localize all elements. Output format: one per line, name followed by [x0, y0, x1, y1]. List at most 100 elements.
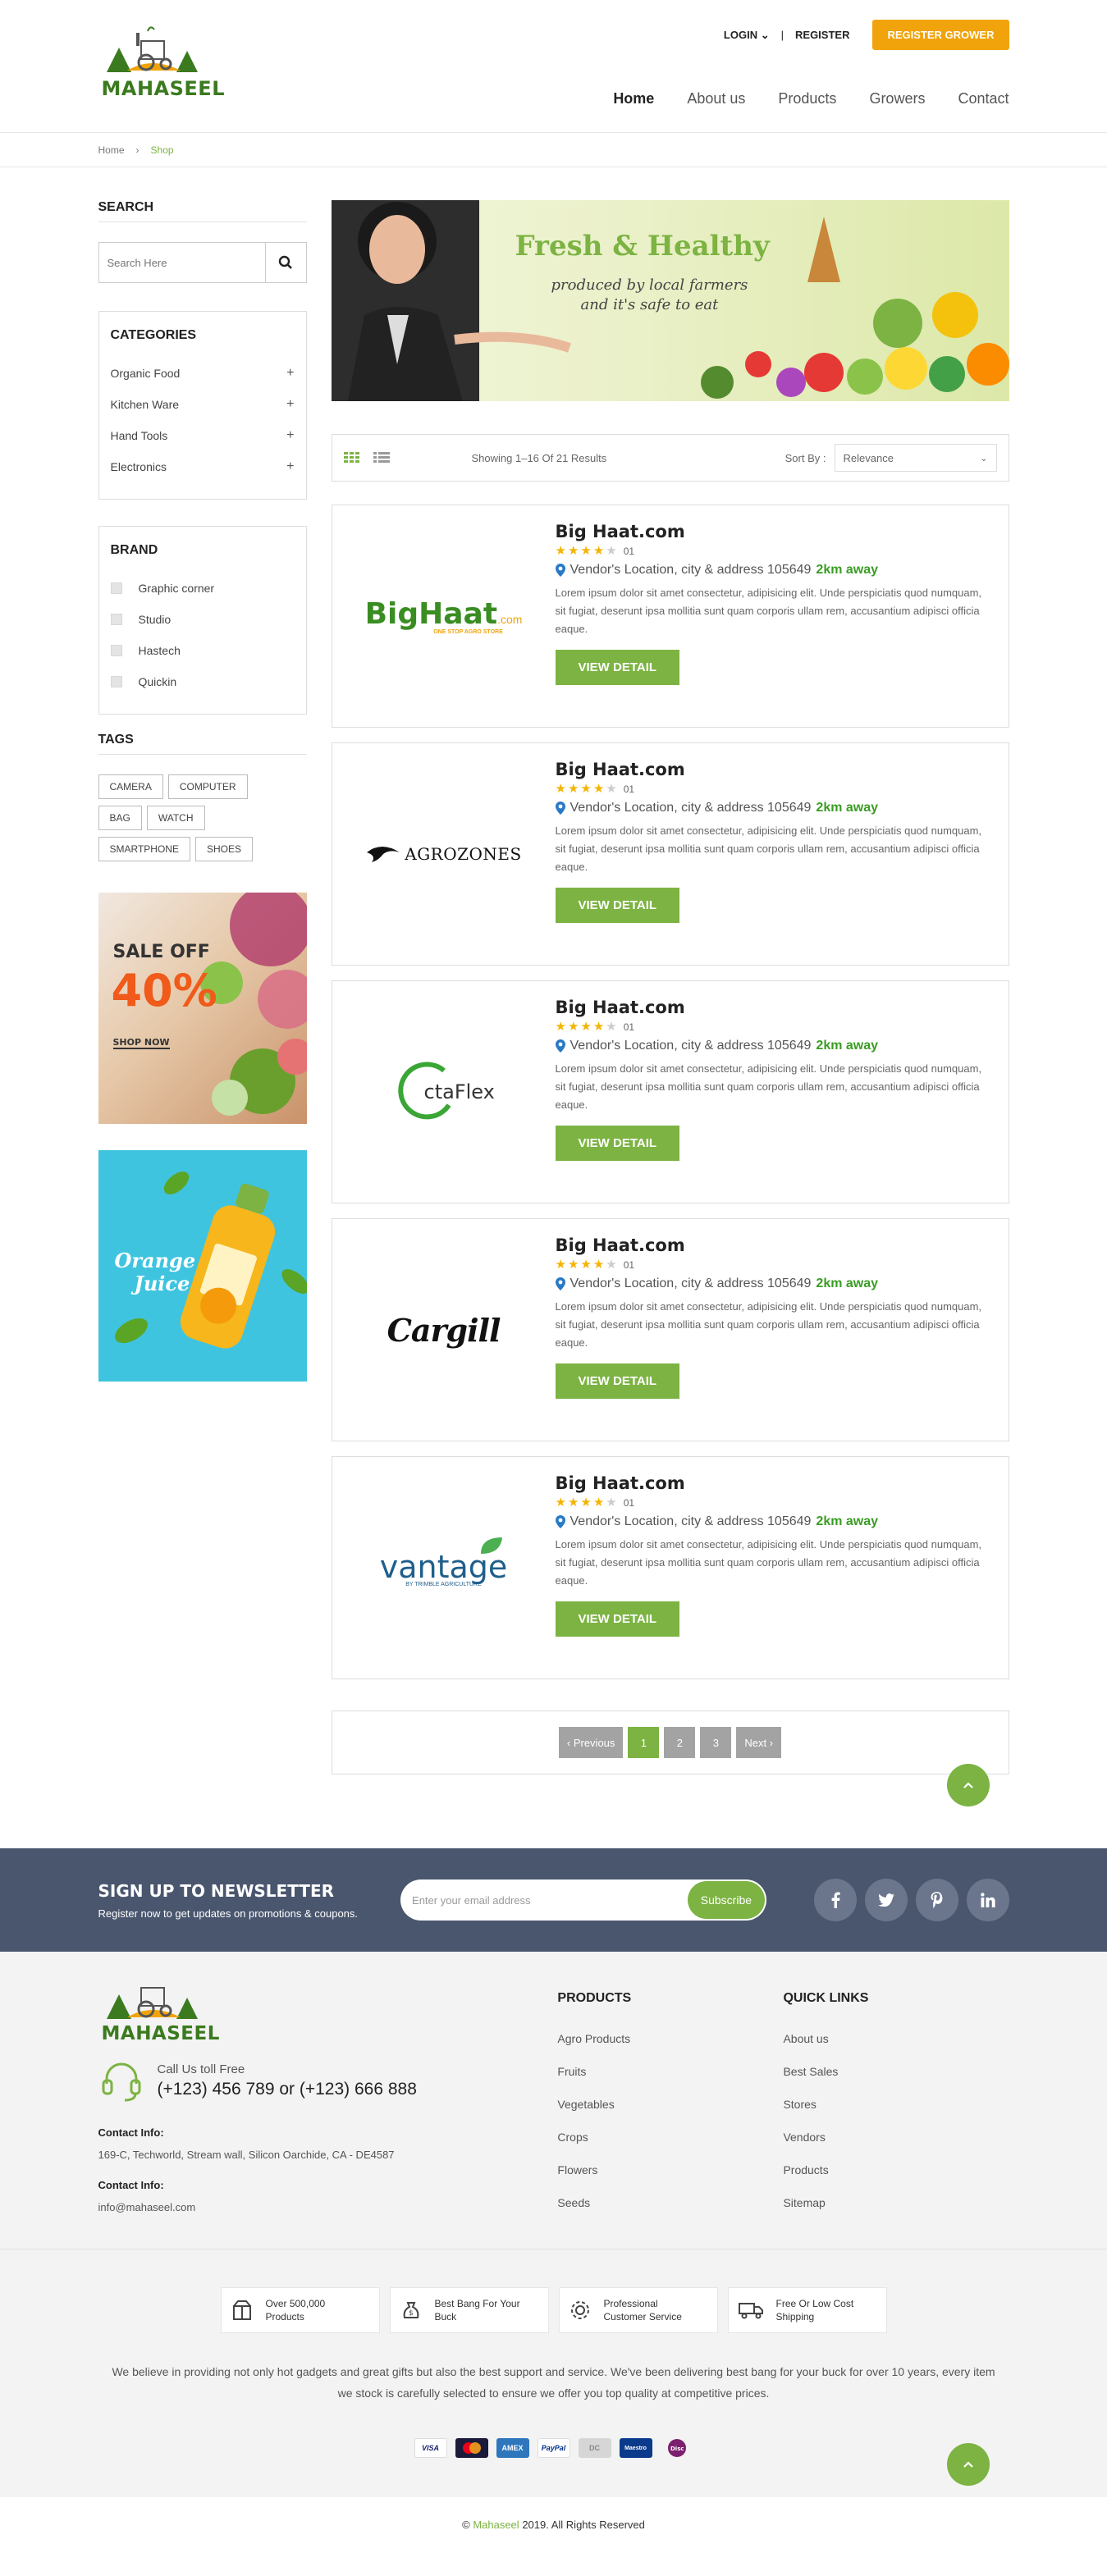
brand-label: Studio [138, 613, 172, 626]
footer-link[interactable]: Sitemap [783, 2186, 1009, 2219]
site-logo[interactable]: MAHASEEL [98, 23, 224, 105]
view-detail-button[interactable]: VIEW DETAIL [555, 888, 680, 923]
subscribe-button[interactable]: Subscribe [687, 1881, 766, 1919]
promo-shop-now[interactable]: SHOP NOW [112, 1037, 170, 1049]
page-2-button[interactable]: 2 [664, 1727, 696, 1758]
vendor-logo[interactable]: AGROZONES [332, 743, 556, 965]
nav-products[interactable]: Products [778, 90, 836, 107]
plus-icon[interactable]: + [286, 366, 294, 381]
login-link[interactable]: LOGIN ⌄ [724, 29, 770, 42]
footer-link[interactable]: Vegetables [557, 2088, 783, 2121]
footer-link[interactable]: About us [783, 2022, 1009, 2055]
phone-numbers[interactable]: (+123) 456 789 or (+123) 666 888 [158, 2080, 417, 2099]
juice-promo-banner[interactable]: Orange Juice [98, 1150, 307, 1382]
category-item[interactable]: Hand Tools + [111, 420, 295, 451]
vendor-name[interactable]: Big Haat.com [556, 1473, 984, 1493]
footer-link[interactable]: Fruits [557, 2055, 783, 2088]
sale-promo-banner[interactable]: SALE OFF 40% SHOP NOW [98, 893, 307, 1124]
plus-icon[interactable]: + [286, 459, 294, 474]
sort-select[interactable]: Relevance ⌄ [834, 444, 997, 472]
view-detail-button[interactable]: VIEW DETAIL [555, 1601, 680, 1637]
nav-contact[interactable]: Contact [958, 90, 1009, 107]
twitter-icon[interactable] [864, 1879, 908, 1921]
grid-view-icon[interactable] [343, 452, 360, 464]
tag-watch[interactable]: WATCH [146, 806, 205, 830]
breadcrumb-home[interactable]: Home [98, 144, 125, 156]
vendor-logo[interactable]: BigHaat.com ONE STOP AGRO STORE [332, 505, 556, 727]
paypal-icon: PayPal [537, 2438, 570, 2458]
vendor-name[interactable]: Big Haat.com [556, 1235, 984, 1255]
copyright-brand-link[interactable]: Mahaseel [473, 2519, 519, 2531]
nav-growers[interactable]: Growers [869, 90, 925, 107]
category-item[interactable]: Electronics + [111, 451, 295, 482]
search-button[interactable] [264, 243, 306, 282]
footer-link[interactable]: Vendors [783, 2121, 1009, 2154]
footer-link[interactable]: Best Sales [783, 2055, 1009, 2088]
brand-checkbox[interactable] [110, 676, 122, 687]
footer-link[interactable]: Products [783, 2154, 1009, 2186]
list-view-icon[interactable] [373, 452, 390, 464]
view-detail-button[interactable]: VIEW DETAIL [555, 1363, 680, 1399]
register-link[interactable]: REGISTER [795, 29, 849, 41]
feature-line2: Buck [434, 2311, 457, 2323]
brand-label: Hastech [138, 644, 181, 657]
footer-link[interactable]: Seeds [557, 2186, 783, 2219]
category-item[interactable]: Organic Food + [111, 358, 295, 389]
bighaat-logo-suffix: .com [497, 613, 523, 626]
location-text: Vendor's Location, city & address 105649 [570, 801, 812, 815]
vendor-card: Cargill Big Haat.com ★★★★★ 01 Vendor's Lo… [331, 1218, 1009, 1441]
previous-page-button[interactable]: ‹ Previous [558, 1727, 624, 1758]
footer-logo[interactable]: MAHASEEL [98, 1971, 219, 2049]
vendor-logo[interactable]: Cargill [332, 1219, 556, 1441]
next-page-button[interactable]: Next › [736, 1727, 782, 1758]
rating-stars: ★★★★★ 01 [555, 1496, 635, 1510]
scroll-to-top-button[interactable] [946, 2443, 990, 2486]
scroll-to-top-button[interactable] [946, 1764, 990, 1806]
newsletter-email-input[interactable]: Enter your email address [412, 1894, 688, 1907]
linkedin-icon[interactable] [966, 1879, 1009, 1921]
copyright-symbol: © [462, 2518, 470, 2531]
vendor-name[interactable]: Big Haat.com [556, 760, 984, 779]
brand-checkbox[interactable] [110, 582, 122, 594]
tag-camera[interactable]: CAMERA [98, 774, 163, 799]
pinterest-icon[interactable] [915, 1879, 958, 1921]
footer-link[interactable]: Flowers [557, 2154, 783, 2186]
register-grower-button[interactable]: REGISTER GROWER [872, 20, 1009, 50]
brand-checkbox[interactable] [110, 614, 122, 625]
tag-smartphone[interactable]: SMARTPHONE [98, 837, 190, 861]
search-input[interactable] [98, 243, 265, 282]
tag-computer[interactable]: COMPUTER [167, 774, 248, 799]
brand-item[interactable]: Studio [110, 604, 295, 635]
nav-about[interactable]: About us [687, 90, 745, 107]
maestro-icon: Maestro [619, 2438, 652, 2458]
svg-text:$: $ [409, 2309, 414, 2318]
footer-link[interactable]: Crops [557, 2121, 783, 2154]
contact-email[interactable]: info@mahaseel.com [98, 2201, 558, 2213]
brand-item[interactable]: Graphic corner [110, 573, 295, 604]
hero-banner[interactable]: Fresh & Healthy produced by local farmer… [331, 200, 1009, 401]
nav-home[interactable]: Home [613, 90, 654, 107]
footer-link[interactable]: Stores [783, 2088, 1009, 2121]
brand-item[interactable]: Quickin [110, 666, 295, 697]
tag-bag[interactable]: BAG [98, 806, 142, 830]
vendor-logo[interactable]: ctaFlex [332, 981, 556, 1203]
brand-item[interactable]: Hastech [110, 635, 295, 666]
view-detail-button[interactable]: VIEW DETAIL [555, 650, 680, 685]
promo-juice-text: Juice [134, 1272, 190, 1295]
page-1-button[interactable]: 1 [628, 1727, 660, 1758]
plus-icon[interactable]: + [286, 397, 294, 412]
plus-icon[interactable]: + [286, 428, 294, 443]
brand-checkbox[interactable] [110, 645, 122, 656]
tag-shoes[interactable]: SHOES [194, 837, 253, 861]
vendor-name[interactable]: Big Haat.com [556, 522, 984, 541]
rating-count: 01 [623, 1259, 635, 1271]
category-item[interactable]: Kitchen Ware + [111, 389, 295, 420]
vendor-name[interactable]: Big Haat.com [556, 998, 984, 1017]
facebook-icon[interactable] [813, 1879, 857, 1921]
footer-link[interactable]: Agro Products [557, 2022, 783, 2055]
view-detail-button[interactable]: VIEW DETAIL [555, 1126, 680, 1161]
vendor-location: Vendor's Location, city & address 105649… [555, 1039, 984, 1053]
footer-products-column: PRODUCTS Agro Products Fruits Vegetables… [557, 1952, 783, 2249]
page-3-button[interactable]: 3 [700, 1727, 732, 1758]
vendor-logo[interactable]: vantage BY TRIMBLE AGRICULTURE [332, 1457, 556, 1679]
